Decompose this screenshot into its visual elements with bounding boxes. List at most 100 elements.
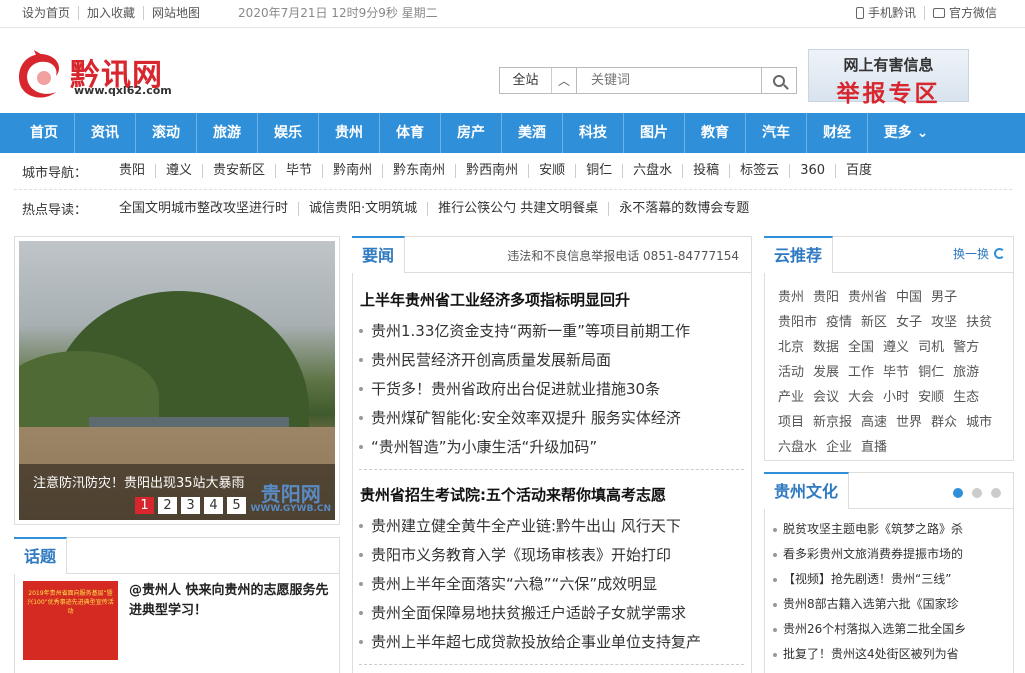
tag-link[interactable]: 新区 [861, 310, 887, 335]
hot-topic-link[interactable]: 推行公筷公勺 共建文明餐桌 [428, 201, 610, 216]
nav-item-tech[interactable]: 科技 [563, 113, 624, 153]
news-item[interactable]: 贵州建立健全黄牛全产业链:黔牛出山 风行天下 [359, 515, 681, 536]
tag-link[interactable]: 攻坚 [931, 310, 957, 335]
tag-link[interactable]: 安顺 [918, 385, 944, 410]
news-item[interactable]: 贵州上半年全面落实“六稳”“六保”成效明显 [359, 573, 657, 594]
tag-link[interactable]: 活动 [778, 360, 804, 385]
nav-item-news[interactable]: 资讯 [75, 113, 136, 153]
culture-page-dot[interactable] [953, 488, 963, 498]
slider-caption[interactable]: 注意防汛防灾！贵阳出现35站大暴雨 [33, 472, 245, 491]
nav-item-entertainment[interactable]: 娱乐 [258, 113, 319, 153]
tag-link[interactable]: 贵州省 [848, 285, 887, 310]
tag-link[interactable]: 数据 [813, 335, 839, 360]
news-item[interactable]: 贵州煤矿智能化:安全效率双提升 服务实体经济 [359, 407, 681, 428]
tag-link[interactable]: 城市 [966, 410, 992, 435]
topic-thumbnail[interactable]: 2019年贵州省面向服务基层“暨兴100”优秀事迹先进典型宣传活动 [23, 581, 118, 660]
tag-link[interactable]: 贵阳市 [778, 310, 817, 335]
tag-link[interactable]: 六盘水 [778, 435, 817, 460]
news-headline[interactable]: 贵州省招生考试院:五个活动来帮你填高考志愿 [360, 484, 666, 505]
recommend-title[interactable]: 云推荐 [764, 236, 834, 273]
tag-link[interactable]: 产业 [778, 385, 804, 410]
city-link[interactable]: 贵安新区 [203, 164, 277, 178]
slider-page-button[interactable]: 4 [204, 497, 223, 514]
set-homepage-link[interactable]: 设为首页 [22, 6, 80, 20]
nav-item-travel[interactable]: 旅游 [197, 113, 258, 153]
culture-page-dot[interactable] [991, 488, 1001, 498]
search-input[interactable] [577, 67, 761, 94]
tag-link[interactable]: 会议 [813, 385, 839, 410]
city-link[interactable]: 标签云 [730, 164, 791, 178]
tag-link[interactable]: 遵义 [883, 335, 909, 360]
topic-headline[interactable]: @贵州人 快来向贵州的志愿服务先进典型学习！ [129, 581, 329, 621]
city-link[interactable]: 黔东南州 [383, 164, 457, 178]
tag-link[interactable]: 小时 [883, 385, 909, 410]
news-item[interactable]: 干货多！贵州省政府出台促进就业措施30条 [359, 378, 660, 399]
tag-link[interactable]: 旅游 [953, 360, 979, 385]
tag-link[interactable]: 全国 [848, 335, 874, 360]
nav-item-sports[interactable]: 体育 [380, 113, 441, 153]
city-link[interactable]: 百度 [836, 164, 882, 178]
slider-page-button[interactable]: 2 [158, 497, 177, 514]
sitemap-link[interactable]: 网站地图 [144, 6, 208, 20]
hot-topic-link[interactable]: 永不落幕的数博会专题 [609, 201, 759, 216]
city-link[interactable]: 黔南州 [323, 164, 384, 178]
report-banner[interactable]: 网上有害信息 举报专区 [808, 49, 969, 107]
topic-title[interactable]: 话题 [14, 537, 68, 574]
tag-link[interactable]: 项目 [778, 410, 804, 435]
news-item[interactable]: “贵州智造”为小康生活“升级加码” [359, 436, 597, 457]
search-button[interactable] [761, 67, 797, 94]
tag-link[interactable]: 女子 [896, 310, 922, 335]
news-item[interactable]: 贵州全面保障易地扶贫搬迁户适龄子女就学需求 [359, 602, 686, 623]
nav-item-education[interactable]: 教育 [685, 113, 746, 153]
news-item[interactable]: 贵州1.33亿资金支持“两新一重”等项目前期工作 [359, 320, 690, 341]
tag-link[interactable]: 大会 [848, 385, 874, 410]
news-item[interactable]: 贵州上半年超七成贷款投放给企事业单位支持复产 [359, 631, 701, 652]
city-link[interactable]: 贵阳 [109, 164, 157, 178]
city-link[interactable]: 遵义 [156, 164, 204, 178]
tag-link[interactable]: 贵阳 [813, 285, 839, 310]
nav-item-finance[interactable]: 财经 [807, 113, 868, 153]
news-title[interactable]: 要闻 [352, 236, 406, 273]
culture-item[interactable]: 批复了！贵州这4处街区被列为省 [773, 642, 1009, 667]
slider-page-button[interactable]: 5 [227, 497, 246, 514]
nav-item-liquor[interactable]: 美酒 [502, 113, 563, 153]
culture-item[interactable]: 贵州8部古籍入选第六批《国家珍 [773, 592, 1009, 617]
culture-item[interactable]: 脱贫攻坚主题电影《筑梦之路》杀 [773, 517, 1009, 542]
tag-link[interactable]: 高速 [861, 410, 887, 435]
search-scope-select[interactable]: 全站 ︿ [499, 67, 577, 94]
tag-link[interactable]: 贵州 [778, 285, 804, 310]
tag-link[interactable]: 直播 [861, 435, 887, 460]
nav-item-realestate[interactable]: 房产 [441, 113, 502, 153]
slider-image[interactable]: 注意防汛防灾！贵阳出现35站大暴雨 1 2 3 4 5 贵阳网 WWW.GYWB.… [19, 241, 335, 520]
hot-topic-link[interactable]: 全国文明城市整改攻坚进行时 [109, 201, 300, 216]
tag-link[interactable]: 工作 [848, 360, 874, 385]
culture-item[interactable]: 看多彩贵州文旅消费券提振市场的 [773, 542, 1009, 567]
tag-link[interactable]: 疫情 [826, 310, 852, 335]
tag-link[interactable]: 中国 [896, 285, 922, 310]
tag-link[interactable]: 铜仁 [918, 360, 944, 385]
nav-item-more[interactable]: 更多 ⌄ [868, 113, 944, 153]
refresh-button[interactable]: 换一换 [953, 245, 1005, 262]
slider-page-button[interactable]: 3 [181, 497, 200, 514]
nav-item-auto[interactable]: 汽车 [746, 113, 807, 153]
tag-link[interactable]: 北京 [778, 335, 804, 360]
news-item[interactable]: 贵州民营经济开创高质量发展新局面 [359, 349, 611, 370]
news-headline[interactable]: 上半年贵州省工业经济多项指标明显回升 [360, 289, 630, 310]
tag-link[interactable]: 男子 [931, 285, 957, 310]
tag-link[interactable]: 扶贫 [966, 310, 992, 335]
tag-link[interactable]: 毕节 [883, 360, 909, 385]
tag-link[interactable]: 新京报 [813, 410, 852, 435]
tag-link[interactable]: 群众 [931, 410, 957, 435]
nav-item-rolling[interactable]: 滚动 [136, 113, 197, 153]
culture-item[interactable]: 【视频】抢先剧透！贵州“三线” [773, 567, 1009, 592]
wechat-link[interactable]: 官方微信 [923, 6, 1005, 20]
city-link[interactable]: 毕节 [276, 164, 324, 178]
culture-item[interactable]: 贵州26个村落拟入选第二批全国乡 [773, 617, 1009, 642]
tag-link[interactable]: 世界 [896, 410, 922, 435]
tag-link[interactable]: 企业 [826, 435, 852, 460]
city-link[interactable]: 360 [790, 164, 837, 178]
nav-item-guizhou[interactable]: 贵州 [319, 113, 380, 153]
add-favorite-link[interactable]: 加入收藏 [79, 6, 145, 20]
city-link[interactable]: 六盘水 [623, 164, 684, 178]
tag-link[interactable]: 警方 [953, 335, 979, 360]
